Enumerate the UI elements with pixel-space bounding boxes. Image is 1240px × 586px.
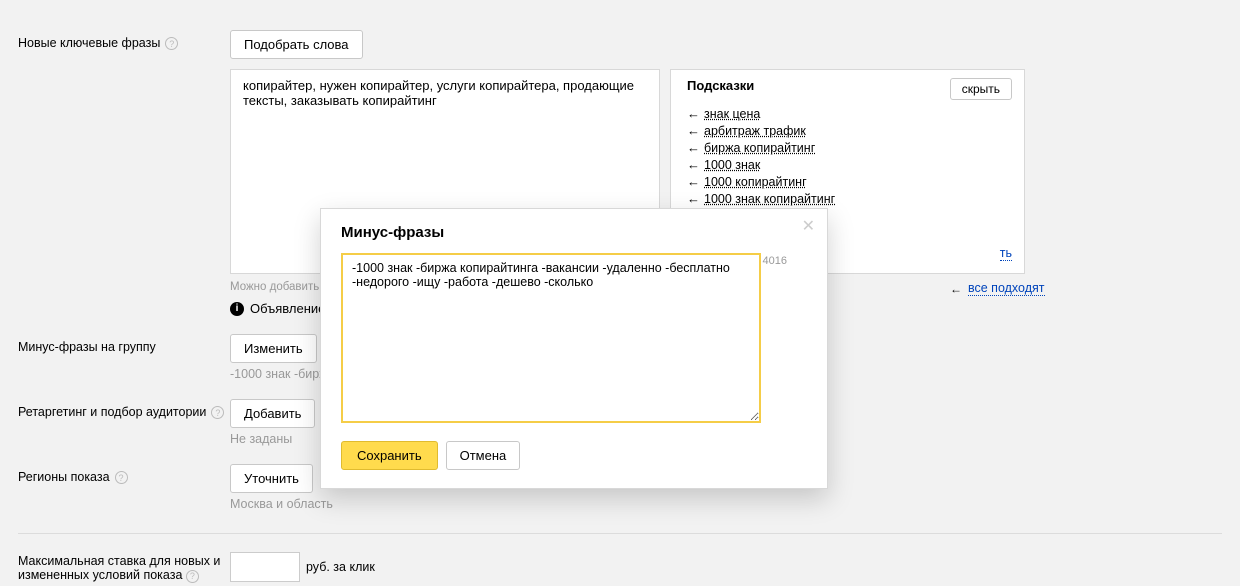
arrow-left-icon[interactable]: ← — [687, 191, 700, 206]
suggestion-item: ← арбитраж трафик — [687, 123, 1012, 138]
info-icon: i — [230, 302, 244, 316]
arrow-left-icon[interactable]: ← — [687, 123, 700, 138]
refine-button[interactable]: Уточнить — [230, 464, 313, 493]
arrow-left-icon[interactable]: ← — [687, 106, 700, 121]
help-icon[interactable]: ? — [115, 471, 128, 484]
arrow-left-icon[interactable]: ← — [687, 157, 700, 172]
bid-suffix: руб. за клик — [306, 560, 375, 574]
save-button[interactable]: Сохранить — [341, 441, 438, 470]
char-counter: 4016 — [763, 255, 787, 267]
suggestions-list: ← знак цена ← арбитраж трафик ← биржа копирай… — [687, 106, 1012, 223]
all-match-row: ← все подходят — [950, 281, 1045, 296]
arrow-left-icon[interactable]: ← — [687, 174, 700, 189]
minus-phrases-label: Минус-фразы на группу — [18, 340, 156, 354]
suggestion-text[interactable]: 1000 копирайтинг — [704, 175, 807, 189]
keywords-label: Новые ключевые фразы — [18, 36, 160, 50]
hide-button[interactable]: скрыть — [950, 78, 1012, 100]
suggestion-text[interactable]: арбитраж трафик — [704, 124, 806, 138]
minus-phrases-modal: ✕ Минус-фразы 4016 Сохранить Отмена — [320, 208, 828, 489]
pick-words-button[interactable]: Подобрать слова — [230, 30, 363, 59]
suggestion-text[interactable]: 1000 знак копирайтинг — [704, 192, 835, 206]
help-icon[interactable]: ? — [211, 406, 224, 419]
change-button[interactable]: Изменить — [230, 334, 317, 363]
help-icon[interactable]: ? — [186, 570, 199, 583]
suggestion-text[interactable]: знак цена — [704, 107, 760, 121]
add-button[interactable]: Добавить — [230, 399, 315, 428]
regions-label: Регионы показа — [18, 470, 110, 484]
suggestion-item: ← 1000 копирайтинг — [687, 174, 1012, 189]
suggestion-item: ← 1000 знак копирайтинг — [687, 191, 1012, 206]
arrow-left-icon: ← — [950, 282, 962, 296]
close-icon[interactable]: ✕ — [802, 219, 815, 235]
minus-phrases-textarea[interactable] — [341, 253, 761, 423]
regions-desc: Москва и область — [230, 497, 1222, 511]
suggestion-item: ← биржа копирайтинг — [687, 140, 1012, 155]
suggestion-item: ← знак цена — [687, 106, 1012, 121]
modal-title: Минус-фразы — [341, 224, 807, 241]
help-icon[interactable]: ? — [165, 37, 178, 50]
bid-input[interactable] — [230, 552, 300, 582]
suggestion-item: ← 1000 знак — [687, 157, 1012, 172]
suggestions-more[interactable]: ть — [1000, 246, 1012, 261]
all-match-link[interactable]: все подходят — [968, 281, 1045, 296]
retargeting-label: Ретаргетинг и подбор аудитории — [18, 405, 206, 419]
suggestions-title: Подсказки — [687, 78, 754, 93]
suggestion-text[interactable]: биржа копирайтинг — [704, 141, 815, 155]
arrow-left-icon[interactable]: ← — [687, 140, 700, 155]
cancel-button[interactable]: Отмена — [446, 441, 521, 470]
divider — [18, 533, 1222, 534]
suggestion-text[interactable]: 1000 знак — [704, 158, 760, 172]
